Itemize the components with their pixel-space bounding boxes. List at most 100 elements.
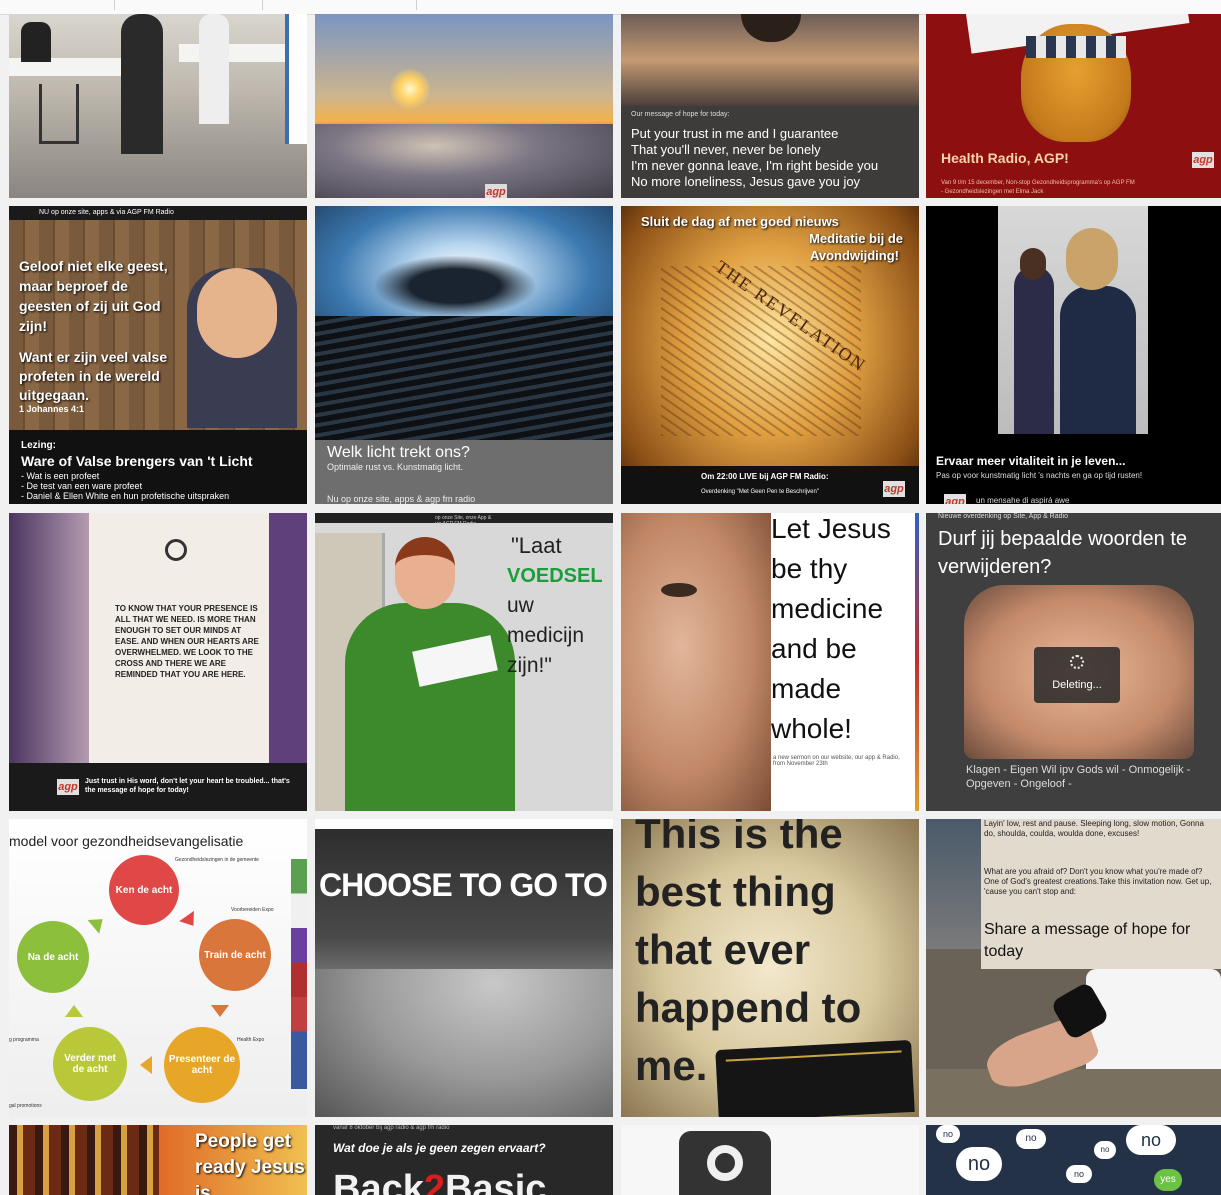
verse-text: Geloof niet elke geest, maar beproef de … — [19, 258, 168, 334]
banner-text: NU op onze site, apps & via AGP FM Radio — [39, 209, 174, 216]
cycle-arrow — [179, 910, 201, 932]
cycle-arrow — [87, 912, 109, 934]
headline: People get ready Jesus is — [195, 1131, 305, 1195]
image-tile[interactable]: CHOOSE TO GO TO T — [315, 819, 613, 1117]
image-tile[interactable] — [621, 1125, 919, 1195]
node-label: Gezondheidslezingen in de gemeente — [175, 857, 259, 863]
bible-book — [715, 1039, 915, 1117]
floor — [926, 1069, 1221, 1117]
tile-footer: Klagen - Eigen Wil ipv Gods wil - Onmoge… — [966, 764, 1191, 790]
moon-surface — [315, 969, 613, 1117]
deleting-dialog: Deleting... — [1034, 647, 1120, 703]
cloud — [375, 256, 535, 316]
cycle-node: Verder met de acht — [53, 1027, 127, 1101]
agp-logo: agp — [485, 184, 507, 198]
speech-bubble: no — [1016, 1129, 1046, 1149]
message-line: whole! — [771, 713, 852, 744]
speech-bubble: no — [956, 1147, 1002, 1181]
image-tile[interactable]: Layin' low, rest and pause. Sleeping lon… — [926, 819, 1221, 1117]
message-line: medicine — [771, 593, 884, 624]
speech-bubble: no — [1066, 1165, 1092, 1183]
caption: Our message of hope for today: — [631, 111, 730, 118]
image-tile[interactable]: Ervaar meer vitaliteit in je leven... Pa… — [926, 206, 1221, 504]
quote: TO KNOW THAT YOUR PRESENCE IS ALL THAT W… — [115, 604, 259, 679]
person — [199, 14, 229, 124]
crown-icon — [165, 539, 187, 561]
chair — [39, 84, 79, 144]
headline: CHOOSE TO GO TO T — [319, 867, 613, 903]
quote-line: uw — [507, 594, 534, 617]
question: Wat doe je als je geen zegen ervaart? — [333, 1141, 546, 1155]
paragraph: Layin' low, rest and pause. Sleeping lon… — [984, 819, 1204, 838]
banner — [285, 14, 307, 144]
image-tile[interactable] — [9, 14, 307, 198]
photo — [998, 206, 1148, 434]
tile-sub: - Gezondheidslezingen met Elma Jack — [941, 189, 1044, 195]
boy-head — [197, 268, 277, 358]
bullet: - De test van een ware profeet — [21, 481, 143, 491]
agp-logo: agp — [944, 494, 966, 504]
headline: Sluit de dag af met goed nieuws — [641, 214, 839, 229]
lyric-line: No more loneliness, Jesus gave you joy — [631, 174, 861, 189]
quote-line-highlight: VOEDSEL — [507, 565, 603, 587]
speech-bubble: no — [936, 1125, 960, 1143]
message-line: best thing — [635, 868, 836, 915]
banner-text: vanaf 8 oktober bij agp radio & agp fm r… — [333, 1125, 450, 1131]
image-tile[interactable]: THE REVELATION Sluit de dag af met goed … — [621, 206, 919, 504]
image-tile[interactable]: NU op onze site, apps & via AGP FM Radio… — [9, 206, 307, 504]
logo-part: 2 — [423, 1168, 445, 1195]
image-tile[interactable]: People get ready Jesus is — [9, 1125, 307, 1195]
city-street — [9, 1125, 159, 1195]
tile-title: Durf jij bepaalde woorden te verwijderen… — [938, 528, 1188, 578]
cycle-arrow — [140, 1056, 152, 1074]
color-strip — [915, 513, 919, 811]
gold-line — [725, 1050, 902, 1062]
message-line: This is the — [635, 819, 843, 857]
bullet: - Wat is een profeet — [21, 471, 100, 481]
person — [121, 14, 163, 154]
image-tile[interactable]: Health Radio, AGP! agp Van 9 t/m 15 dece… — [926, 14, 1221, 198]
image-tile[interactable]: Nieuwe overdenking op Site, App & Radio … — [926, 513, 1221, 811]
tile-sub: Optimale rust vs. Kunstmatig licht. — [327, 462, 464, 472]
figure — [741, 14, 801, 42]
verse-text: Want er zijn veel valse profeten in de w… — [19, 349, 168, 403]
speech-bubble: no — [1094, 1141, 1116, 1159]
tile-title: Share a message of hope for today — [984, 921, 1191, 960]
image-tile[interactable]: Welk licht trekt ons? Optimale rust vs. … — [315, 206, 613, 504]
lecture-title: Ware of Valse brengers van 't Licht — [21, 453, 253, 469]
node-label: Health Expo — [237, 1037, 265, 1043]
logo-part: Basic — [444, 1168, 547, 1195]
verse-ref: 1 Johannes 4:1 — [19, 404, 85, 414]
top-toolbar — [0, 0, 1221, 15]
logo-part: Back — [333, 1168, 424, 1195]
water-photo — [621, 14, 919, 106]
quote-line: zijn!" — [507, 654, 552, 677]
live-panel: Om 22:00 LIVE bij AGP FM Radio: Overdenk… — [621, 466, 919, 504]
image-tile[interactable]: model voor gezondheidsevangelisatie Ken … — [9, 819, 307, 1117]
book-page: TO KNOW THAT YOUR PRESENCE IS ALL THAT W… — [89, 513, 269, 763]
paragraph: What are you afraid of? Don't you know w… — [984, 867, 1212, 896]
poster-wall — [926, 819, 981, 949]
image-tile[interactable]: op onze Site, onze App & via AGP FM Radi… — [315, 513, 613, 811]
image-tile[interactable]: vanaf 8 oktober bij agp radio & agp fm r… — [315, 1125, 613, 1195]
lyric-line: I'm never gonna leave, I'm right beside … — [631, 158, 879, 173]
label: Lezing: — [21, 440, 56, 451]
message-line: Let Jesus — [771, 513, 891, 544]
image-tile[interactable]: agp — [315, 14, 613, 198]
head — [1066, 228, 1118, 290]
toolbar-divider — [416, 0, 417, 10]
woman-head — [395, 537, 455, 609]
cycle-arrow — [65, 1005, 83, 1017]
image-tile[interactable]: Let Jesus be thy medicine and be made wh… — [621, 513, 919, 811]
tile-footer: un mensahe di aspirá awe — [976, 496, 1070, 504]
message-line: be thy — [771, 553, 848, 584]
cycle-arrow — [211, 1005, 229, 1017]
speech-bubble-yes: yes — [1154, 1169, 1182, 1191]
image-tile[interactable]: no no no no no yes no — [926, 1125, 1221, 1195]
woman-right — [1060, 286, 1136, 434]
tile-title: Welk licht trekt ons? — [327, 444, 470, 461]
image-tile[interactable]: Our message of hope for today: Put your … — [621, 14, 919, 198]
message-line: and be — [771, 633, 857, 664]
image-tile[interactable]: This is the best thing that ever happend… — [621, 819, 919, 1117]
image-tile[interactable]: TO KNOW THAT YOUR PRESENCE IS ALL THAT W… — [9, 513, 307, 811]
